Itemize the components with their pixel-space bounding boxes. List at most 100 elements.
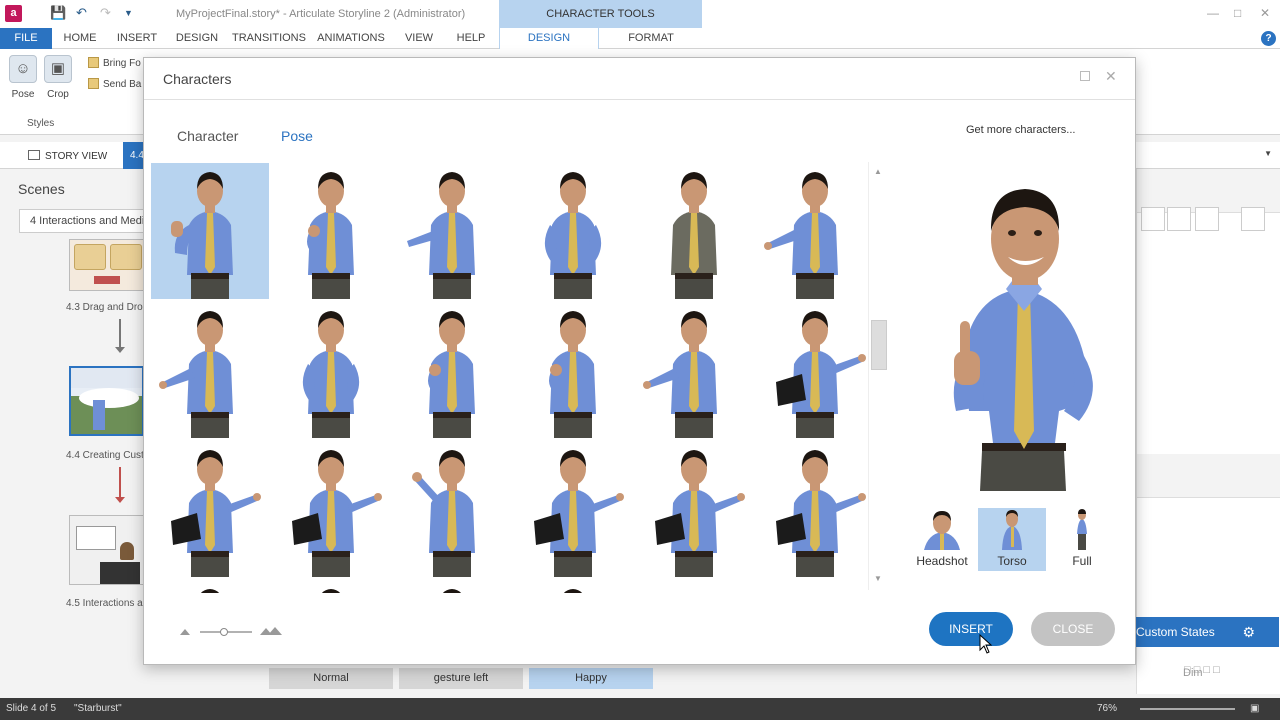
scene-selector[interactable]: 4 Interactions and Media — [19, 209, 144, 233]
pose-thumbnail[interactable] — [272, 441, 390, 577]
character-pose-image — [549, 311, 596, 438]
close-window-icon[interactable]: ✕ — [1260, 6, 1270, 20]
view-full[interactable]: Full — [1048, 508, 1116, 571]
tab-view[interactable]: VIEW — [398, 28, 440, 49]
delete-trigger-button[interactable] — [1141, 207, 1165, 231]
tab-home[interactable]: HOME — [56, 28, 104, 49]
undo-icon[interactable]: ↶ — [76, 5, 87, 21]
insert-button[interactable]: INSERT — [929, 612, 1013, 646]
tab-animations[interactable]: ANIMATIONS — [314, 28, 388, 49]
pose-thumbnail[interactable] — [514, 580, 632, 593]
view-headshot[interactable]: Headshot — [908, 508, 976, 571]
character-pose-image — [671, 172, 717, 299]
pose-thumbnail[interactable] — [151, 163, 269, 299]
tab-file[interactable]: FILE — [0, 28, 52, 49]
slide-thumbnail-4-3[interactable] — [69, 239, 144, 291]
slide-tab[interactable]: 4.4 — [123, 142, 145, 169]
zoom-level[interactable]: 76% — [1097, 698, 1117, 720]
character-pose-image — [412, 450, 475, 577]
get-more-characters-link[interactable]: Get more characters... — [966, 124, 1075, 136]
state-gesture-left[interactable]: gesture left — [399, 668, 523, 689]
character-pose-image — [643, 311, 717, 438]
maximize-icon[interactable]: □ — [1234, 6, 1241, 20]
tab-character[interactable]: Character — [177, 128, 238, 144]
pose-thumbnail[interactable] — [151, 580, 269, 593]
pose-thumbnail[interactable] — [514, 302, 632, 438]
slide-thumbnail-4-4[interactable] — [69, 366, 144, 436]
story-view-tab[interactable]: STORY VIEW — [20, 146, 115, 168]
pose-button[interactable]: ☺ Pose — [6, 55, 40, 100]
state-normal[interactable]: Normal — [269, 668, 393, 689]
character-pose-image — [307, 172, 354, 299]
close-button[interactable]: CLOSE — [1031, 612, 1115, 646]
pose-thumbnail[interactable] — [151, 302, 269, 438]
pose-thumbnail[interactable] — [635, 163, 753, 299]
slide-info: Slide 4 of 5 — [6, 703, 57, 714]
character-pose-image — [764, 172, 838, 299]
dialog-close-icon[interactable]: ✕ — [1105, 68, 1117, 85]
character-pose-image — [776, 311, 866, 438]
preview-character-image — [953, 189, 1093, 491]
customize-quick-access-icon[interactable]: ▼ — [124, 8, 133, 18]
styles-group-label: Styles — [27, 118, 55, 129]
character-tools-group-label: CHARACTER TOOLS — [499, 0, 702, 28]
bring-forward-button[interactable]: Bring Fo — [88, 57, 141, 69]
fit-to-window-icon[interactable]: ▣ — [1250, 698, 1259, 720]
state-happy[interactable]: Happy — [529, 668, 653, 689]
pose-thumbnail[interactable] — [393, 441, 511, 577]
character-pose-image — [563, 589, 583, 593]
story-view-label: STORY VIEW — [45, 151, 108, 162]
slide-thumbnail-4-5[interactable] — [69, 515, 144, 585]
pose-thumbnail[interactable] — [514, 163, 632, 299]
tab-character-format[interactable]: FORMAT — [600, 28, 702, 49]
scroll-thumb[interactable] — [871, 320, 887, 370]
save-icon[interactable]: 💾 — [50, 5, 66, 21]
pose-thumbnail[interactable] — [635, 302, 753, 438]
custom-states-bar[interactable]: Custom States ⚙ — [1136, 617, 1279, 647]
pose-thumbnail[interactable] — [151, 441, 269, 577]
pose-thumbnail[interactable] — [393, 580, 511, 593]
theme-name: "Starburst" — [74, 703, 122, 714]
send-backward-button[interactable]: Send Ba — [88, 78, 141, 90]
pose-thumbnail[interactable] — [635, 441, 753, 577]
right-panel — [1136, 169, 1280, 694]
dim-label: Dim — [1183, 667, 1203, 679]
move-up-button[interactable] — [1167, 207, 1191, 231]
pose-thumbnail[interactable] — [393, 163, 511, 299]
help-icon[interactable]: ? — [1261, 31, 1276, 46]
states-panel-header — [1137, 454, 1280, 498]
tab-pose[interactable]: Pose — [281, 128, 313, 144]
tab-design[interactable]: DESIGN — [170, 28, 224, 49]
headshot-thumbnail-image — [924, 511, 960, 550]
dialog-maximize-icon[interactable] — [1080, 71, 1090, 81]
pose-thumbnail[interactable] — [393, 302, 511, 438]
flow-arrow — [119, 467, 121, 497]
tab-transitions[interactable]: TRANSITIONS — [232, 28, 306, 49]
pose-thumbnail[interactable] — [756, 163, 874, 299]
tab-help[interactable]: HELP — [450, 28, 492, 49]
gear-icon[interactable]: ⚙ — [1242, 617, 1255, 647]
tab-character-design[interactable]: DESIGN — [499, 28, 599, 49]
pose-thumbnail[interactable] — [514, 441, 632, 577]
pose-thumbnail[interactable] — [272, 302, 390, 438]
tab-list-chevron-icon[interactable]: ▼ — [1264, 149, 1272, 158]
redo-icon[interactable]: ↷ — [100, 5, 111, 21]
zoom-slider[interactable] — [1140, 708, 1235, 710]
player-triggers-button[interactable] — [1241, 207, 1265, 231]
move-down-button[interactable] — [1195, 207, 1219, 231]
minimize-icon[interactable]: — — [1207, 6, 1219, 20]
pose-thumbnail[interactable] — [272, 580, 390, 593]
pose-thumbnail[interactable] — [272, 163, 390, 299]
scroll-up-icon[interactable]: ▲ — [874, 167, 882, 176]
ribbon-tabs: FILE HOME INSERT DESIGN TRANSITIONS ANIM… — [0, 28, 1280, 49]
thumbnail-size-slider[interactable] — [180, 625, 290, 637]
torso-thumbnail-image — [1002, 510, 1022, 550]
pose-thumbnail[interactable] — [756, 441, 874, 577]
pose-grid-scrollbar[interactable]: ▲ ▼ — [868, 162, 887, 590]
crop-button[interactable]: ▣ Crop — [41, 55, 75, 100]
status-bar: Slide 4 of 5 "Starburst" 76% ▣ — [0, 698, 1280, 720]
pose-thumbnail[interactable] — [756, 302, 874, 438]
tab-insert[interactable]: INSERT — [112, 28, 162, 49]
scroll-down-icon[interactable]: ▼ — [874, 574, 882, 583]
view-torso[interactable]: Torso — [978, 508, 1046, 571]
